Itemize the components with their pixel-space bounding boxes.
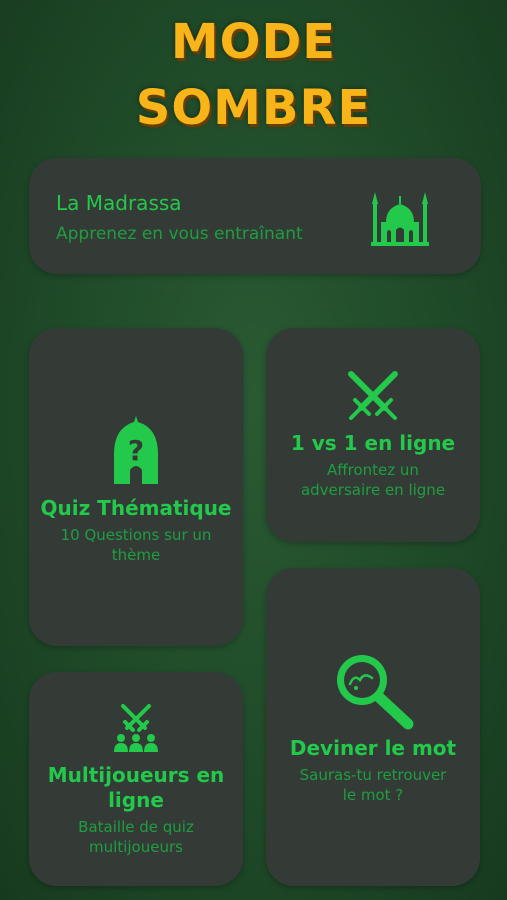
multijoueurs-subtitle-2: multijoueurs <box>89 838 183 856</box>
versus-subtitle-1: Affrontez un <box>327 461 419 479</box>
quiz-thematique-subtitle-1: 10 Questions sur un <box>60 526 212 544</box>
quiz-thematique-title: Quiz Thématique <box>40 496 232 520</box>
multijoueurs-subtitle-1: Bataille de quiz <box>78 818 194 836</box>
svg-text:?: ? <box>128 434 144 467</box>
deviner-subtitle-2: le mot ? <box>342 786 404 804</box>
multijoueurs-title-1: Multijoueurs en <box>47 763 225 787</box>
deviner-title: Deviner le mot <box>289 736 457 760</box>
title-line-2: SOMBRE <box>135 80 372 136</box>
swords-group-icon <box>111 702 161 754</box>
magnifier-icon <box>330 648 416 730</box>
question-dome-icon: ? <box>108 414 164 486</box>
madrassa-card[interactable]: La Madrassa Apprenez en vous entraînant <box>29 158 481 274</box>
title-line-1: MODE <box>170 14 337 70</box>
crossed-swords-icon <box>345 368 401 424</box>
deviner-card[interactable]: Deviner le mot Sauras-tu retrouver le mo… <box>266 568 480 886</box>
madrassa-title: La Madrassa <box>56 191 182 215</box>
versus-subtitle-2: adversaire en ligne <box>300 481 446 499</box>
quiz-thematique-subtitle-2: thème <box>111 546 161 564</box>
versus-card[interactable]: 1 vs 1 en ligne Affrontez un adversaire … <box>266 328 480 542</box>
quiz-thematique-card[interactable]: ? Quiz Thématique 10 Questions sur un th… <box>29 328 243 646</box>
multijoueurs-card[interactable]: Multijoueurs en ligne Bataille de quiz m… <box>29 672 243 886</box>
madrassa-subtitle: Apprenez en vous entraînant <box>56 224 303 244</box>
versus-title: 1 vs 1 en ligne <box>290 431 456 455</box>
multijoueurs-title-2: ligne <box>108 788 164 812</box>
mosque-icon <box>369 186 431 248</box>
deviner-subtitle-1: Sauras-tu retrouver <box>299 766 447 784</box>
